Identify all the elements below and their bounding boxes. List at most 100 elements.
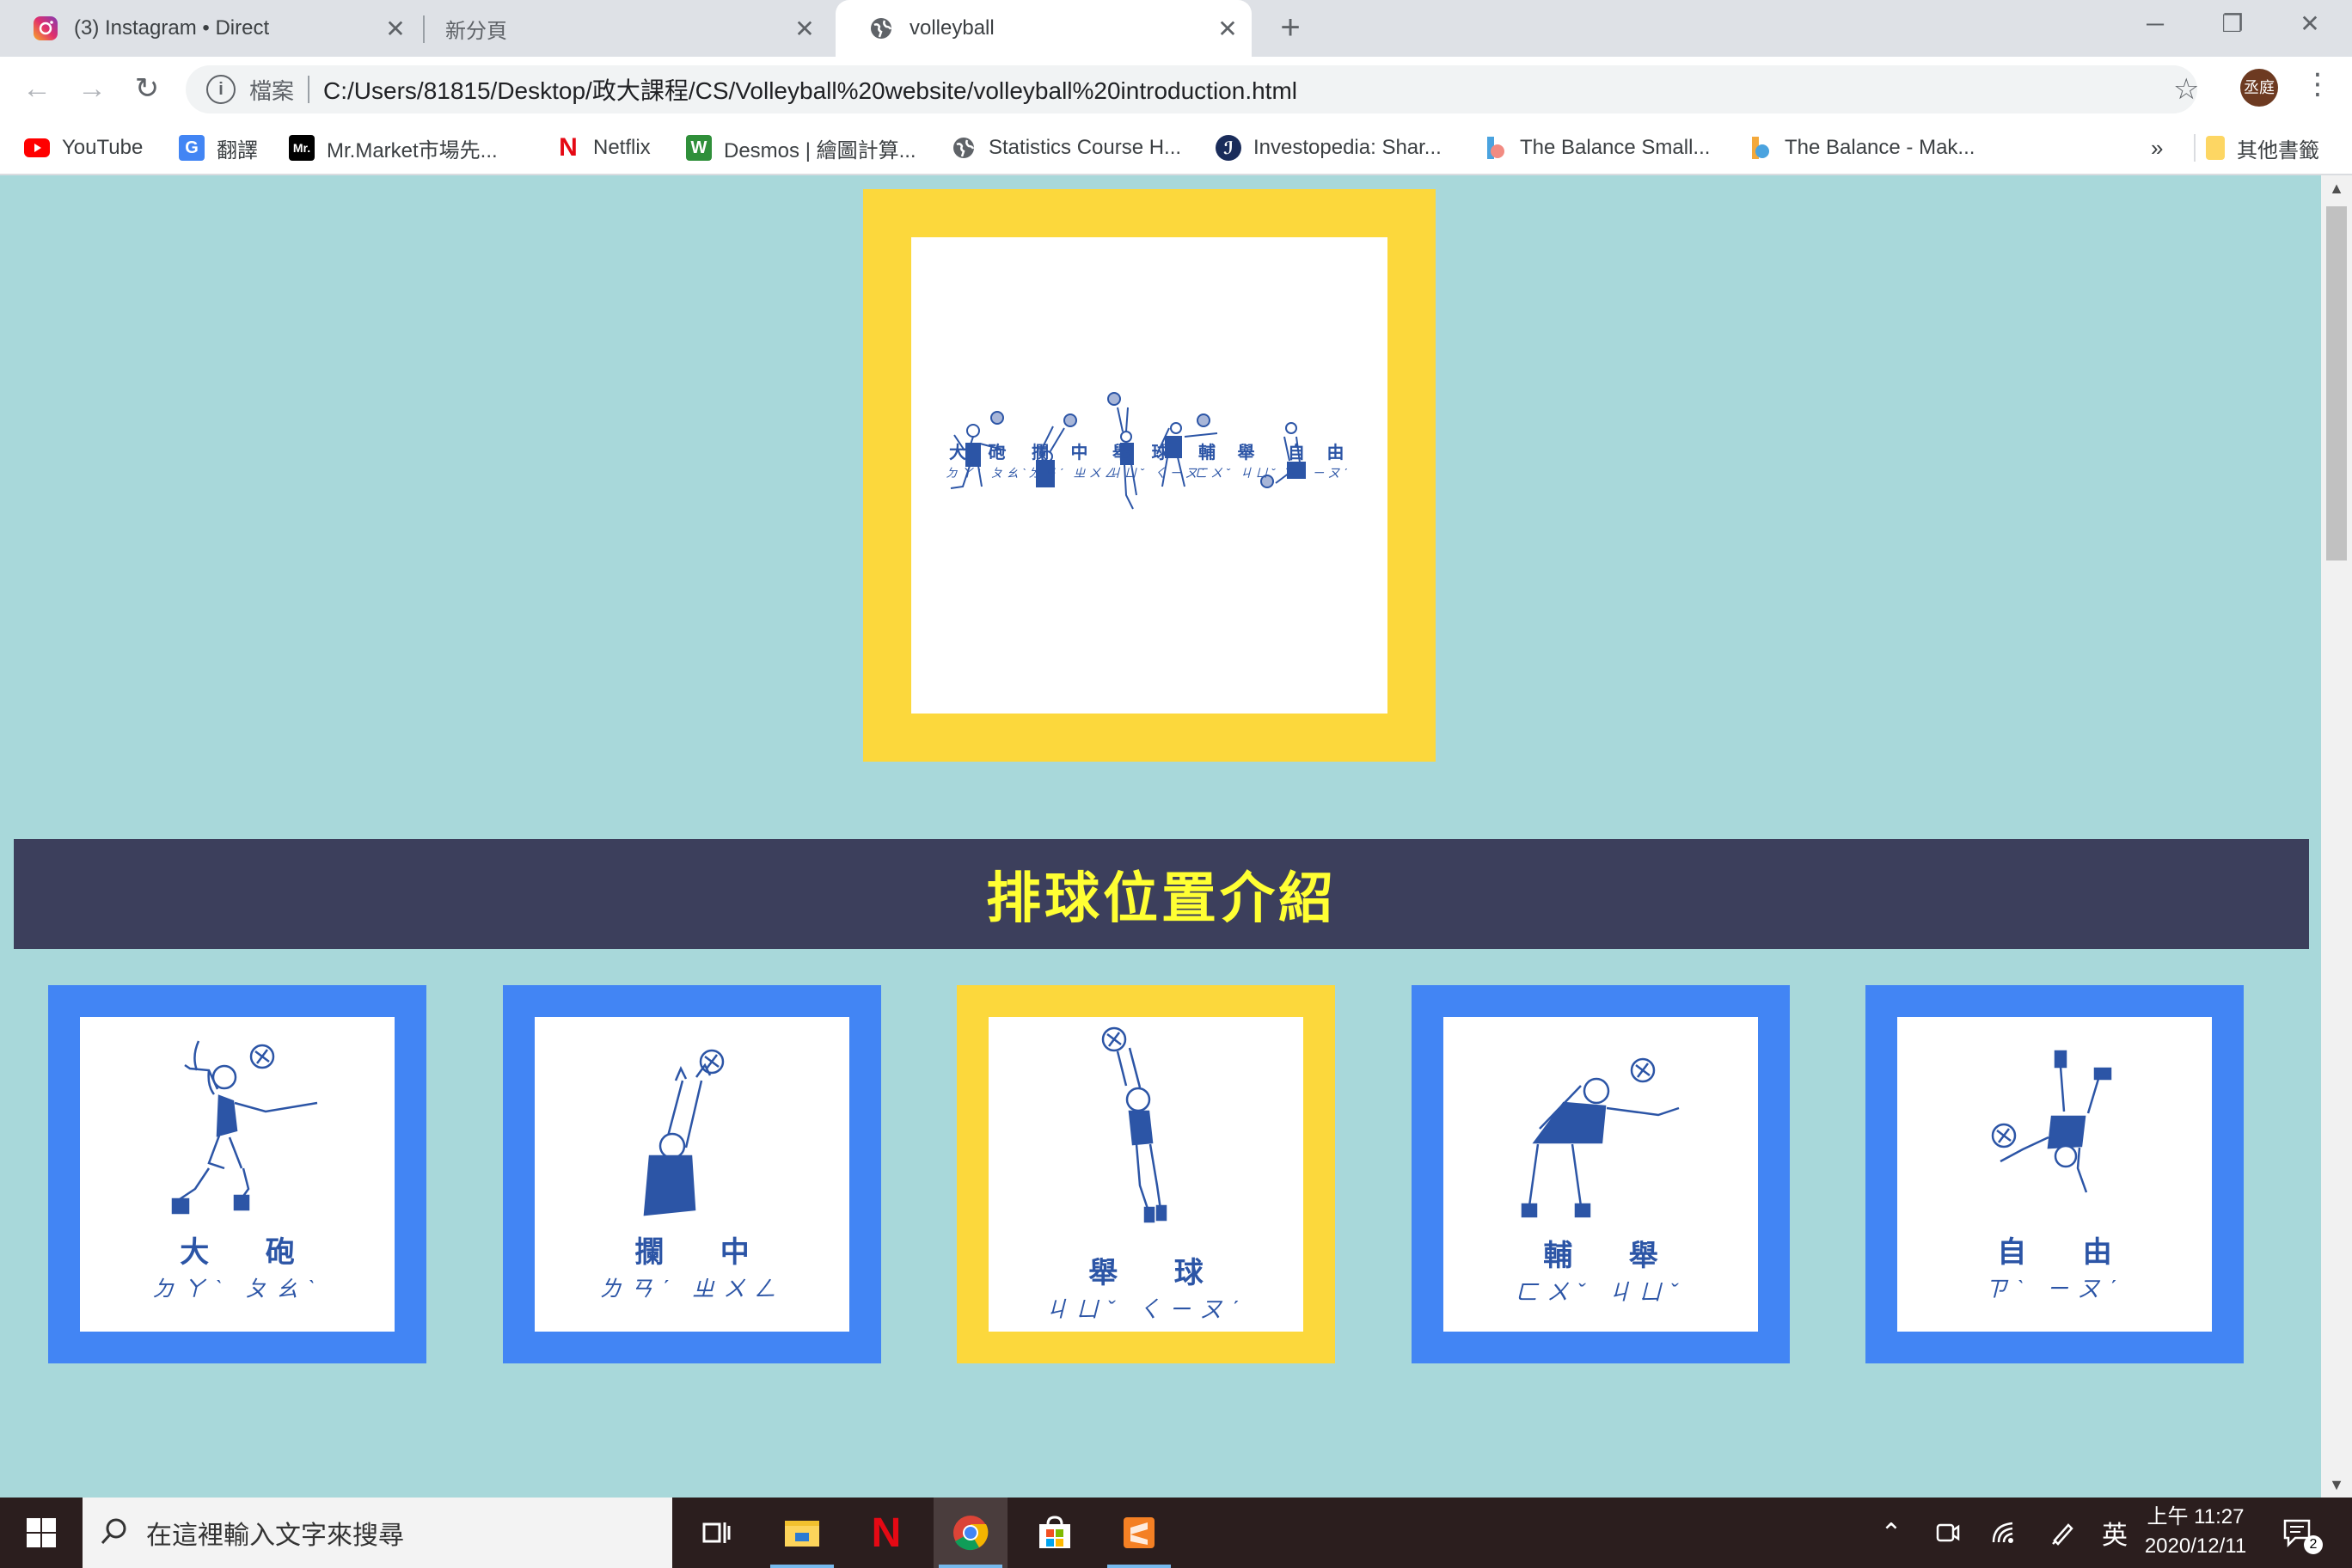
avatar[interactable]: 丞庭	[2240, 69, 2278, 107]
globe-icon	[868, 15, 894, 41]
netflix-icon: N	[871, 1510, 902, 1556]
notification-count-badge: 2	[2304, 1535, 2323, 1554]
hero-label-opposite: 輔 舉	[1198, 444, 1264, 462]
card-title: 攔 中	[634, 1236, 774, 1269]
bookmark-mr-market[interactable]: Mr. Mr.Market市場先...	[289, 132, 498, 163]
close-icon[interactable]: ✕	[1210, 15, 1245, 43]
hero-image-frame: 大 砲 ㄉㄚˋ ㄆㄠˋ 攔 中 ㄌㄢˊ ㄓㄨㄥ 舉 球 ㄐㄩˇ ㄑㄧㄡˊ 輔 舉…	[863, 189, 1436, 762]
windows-logo-icon	[27, 1518, 56, 1547]
position-card-spiker[interactable]: 大 砲 ㄉㄚˋ ㄆㄠˋ	[48, 985, 426, 1363]
reload-button[interactable]: ↻	[126, 67, 168, 110]
meeting-icon[interactable]	[1926, 1498, 1969, 1568]
taskbar-netflix[interactable]: N	[849, 1498, 923, 1568]
scroll-up-arrow[interactable]: ▲	[2321, 175, 2352, 201]
card-image: 輔 舉 ㄈㄨˇ ㄐㄩˇ	[1443, 1017, 1758, 1332]
scroll-down-arrow[interactable]: ▼	[2321, 1472, 2352, 1498]
hero-label-setter: 舉 球	[1112, 444, 1178, 462]
url-text[interactable]: C:/Users/81815/Desktop/政大課程/CS/Volleybal…	[323, 72, 1297, 107]
bookmark-label: Desmos | 繪圖計算...	[724, 138, 916, 162]
taskbar-chrome[interactable]	[934, 1498, 1008, 1568]
desmos-icon: W	[686, 135, 712, 161]
bookmark-investopedia[interactable]: ℐ Investopedia: Shar...	[1216, 132, 1442, 163]
tab-volleyball[interactable]: volleyball ✕	[836, 0, 1252, 57]
info-icon[interactable]: i	[206, 75, 236, 104]
bookmark-statistics[interactable]: Statistics Course H...	[951, 132, 1181, 163]
back-button[interactable]: ←	[15, 67, 58, 110]
forward-button[interactable]: →	[70, 67, 113, 110]
other-bookmarks[interactable]: 其他書籤	[2206, 132, 2319, 163]
card-zhuyin: ㄌㄢˊ ㄓㄨㄥ	[599, 1276, 785, 1302]
vertical-scrollbar[interactable]: ▲ ▼	[2321, 175, 2352, 1498]
card-zhuyin: ㄉㄚˋ ㄆㄠˋ	[151, 1276, 323, 1302]
scrollbar-thumb[interactable]	[2326, 206, 2347, 560]
folder-icon	[2206, 136, 2225, 160]
card-title: 大 砲	[180, 1236, 319, 1269]
bookmark-balance-small[interactable]: The Balance Small...	[1482, 132, 1710, 163]
clock-date: 2020/12/11	[2144, 1534, 2247, 1558]
close-window-button[interactable]: ✕	[2271, 0, 2349, 48]
page-content: 大 砲 ㄉㄚˋ ㄆㄠˋ 攔 中 ㄌㄢˊ ㄓㄨㄥ 舉 球 ㄐㄩˇ ㄑㄧㄡˊ 輔 舉…	[0, 175, 2321, 1498]
hero-zhuyin-libero: ㄗˋ ㄧㄡˊ	[1283, 466, 1351, 480]
close-icon[interactable]: ✕	[787, 15, 822, 43]
bookmark-label: The Balance Small...	[1520, 136, 1711, 159]
card-title: 舉 球	[1088, 1257, 1228, 1289]
sublime-text-icon	[1124, 1517, 1155, 1548]
notifications-button[interactable]: 2	[2273, 1498, 2324, 1568]
taskbar-file-explorer[interactable]	[765, 1498, 839, 1568]
investopedia-icon: ℐ	[1216, 135, 1241, 161]
taskbar-search[interactable]: 在這裡輸入文字來搜尋	[83, 1498, 672, 1568]
address-bar[interactable]: i 檔案 C:/Users/81815/Desktop/政大課程/CS/Voll…	[186, 65, 2197, 113]
file-explorer-icon	[785, 1521, 819, 1547]
chrome-icon	[953, 1516, 989, 1551]
minimize-button[interactable]: ─	[2116, 0, 2194, 48]
bookmark-label: Investopedia: Shar...	[1253, 136, 1442, 159]
position-card-setter[interactable]: 舉 球 ㄐㄩˇ ㄑㄧㄡˊ	[957, 985, 1335, 1363]
new-tab-button[interactable]: +	[1271, 9, 1310, 48]
clock[interactable]: 上午 11:27 2020/12/11	[2135, 1503, 2256, 1561]
task-view-button[interactable]	[679, 1498, 753, 1568]
hero-label-blocker: 攔 中	[1032, 444, 1097, 462]
bookmark-label: Mr.Market市場先...	[327, 138, 498, 162]
bookmark-star-icon[interactable]: ☆	[2173, 72, 2199, 107]
card-image: 舉 球 ㄐㄩˇ ㄑㄧㄡˊ	[989, 1017, 1303, 1332]
bookmark-desmos[interactable]: W Desmos | 繪圖計算...	[686, 132, 916, 163]
mr-market-icon: Mr.	[289, 135, 315, 161]
clock-time: 上午 11:27	[2147, 1505, 2245, 1528]
divider	[2194, 134, 2196, 162]
menu-icon[interactable]: ⋮	[2300, 67, 2335, 101]
taskbar-store[interactable]	[1018, 1498, 1092, 1568]
hero-label-libero: 自 由	[1288, 444, 1353, 462]
page-title: 排球位置介紹	[986, 867, 1337, 931]
position-card-opposite[interactable]: 輔 舉 ㄈㄨˇ ㄐㄩˇ	[1412, 985, 1790, 1363]
close-icon[interactable]: ✕	[378, 15, 413, 43]
restore-button[interactable]: ❐	[2194, 0, 2271, 48]
bookmarks-bar: YouTube G 翻譯 Mr. Mr.Market市場先... N Netfl…	[0, 120, 2352, 175]
bookmark-balance-make[interactable]: The Balance - Mak...	[1747, 132, 1975, 163]
search-icon	[100, 1516, 129, 1550]
card-zhuyin: ㄈㄨˇ ㄐㄩˇ	[1515, 1279, 1687, 1305]
windows-taskbar: 在這裡輸入文字來搜尋 N ⌃ 英 上午 11:27 2020/12/11 2	[0, 1498, 2352, 1568]
ime-indicator[interactable]: 英	[2098, 1498, 2132, 1568]
hero-zhuyin-blocker: ㄌㄢˊ ㄓㄨㄥ	[1028, 466, 1120, 480]
card-title: 自 由	[1997, 1236, 2136, 1269]
tab-title: 新分頁	[445, 19, 507, 43]
balance-icon	[1747, 135, 1773, 161]
start-button[interactable]	[0, 1498, 83, 1568]
bookmark-netflix[interactable]: N Netflix	[555, 132, 651, 163]
bookmark-translate[interactable]: G 翻譯	[179, 132, 258, 163]
hero-label-spiker: 大 砲	[949, 444, 1014, 462]
bookmark-youtube[interactable]: YouTube	[24, 132, 143, 163]
card-zhuyin: ㄗˋ ㄧㄡˊ	[1984, 1276, 2125, 1302]
taskbar-sublime[interactable]	[1102, 1498, 1176, 1568]
bookmarks-overflow[interactable]: »	[2151, 132, 2163, 163]
position-card-blocker[interactable]: 攔 中 ㄌㄢˊ ㄓㄨㄥ	[503, 985, 881, 1363]
globe-icon	[951, 135, 977, 161]
divider	[308, 76, 310, 103]
tray-overflow-icon[interactable]: ⌃	[1872, 1498, 1910, 1568]
card-image: 攔 中 ㄌㄢˊ ㄓㄨㄥ	[535, 1017, 849, 1332]
tab-new-tab[interactable]: 新分頁 ✕	[425, 0, 829, 57]
tab-instagram[interactable]: (3) Instagram • Direct ✕	[0, 0, 420, 57]
network-icon[interactable]	[1982, 1498, 2025, 1568]
position-card-libero[interactable]: 自 由 ㄗˋ ㄧㄡˊ	[1865, 985, 2244, 1363]
pen-icon[interactable]	[2041, 1498, 2084, 1568]
